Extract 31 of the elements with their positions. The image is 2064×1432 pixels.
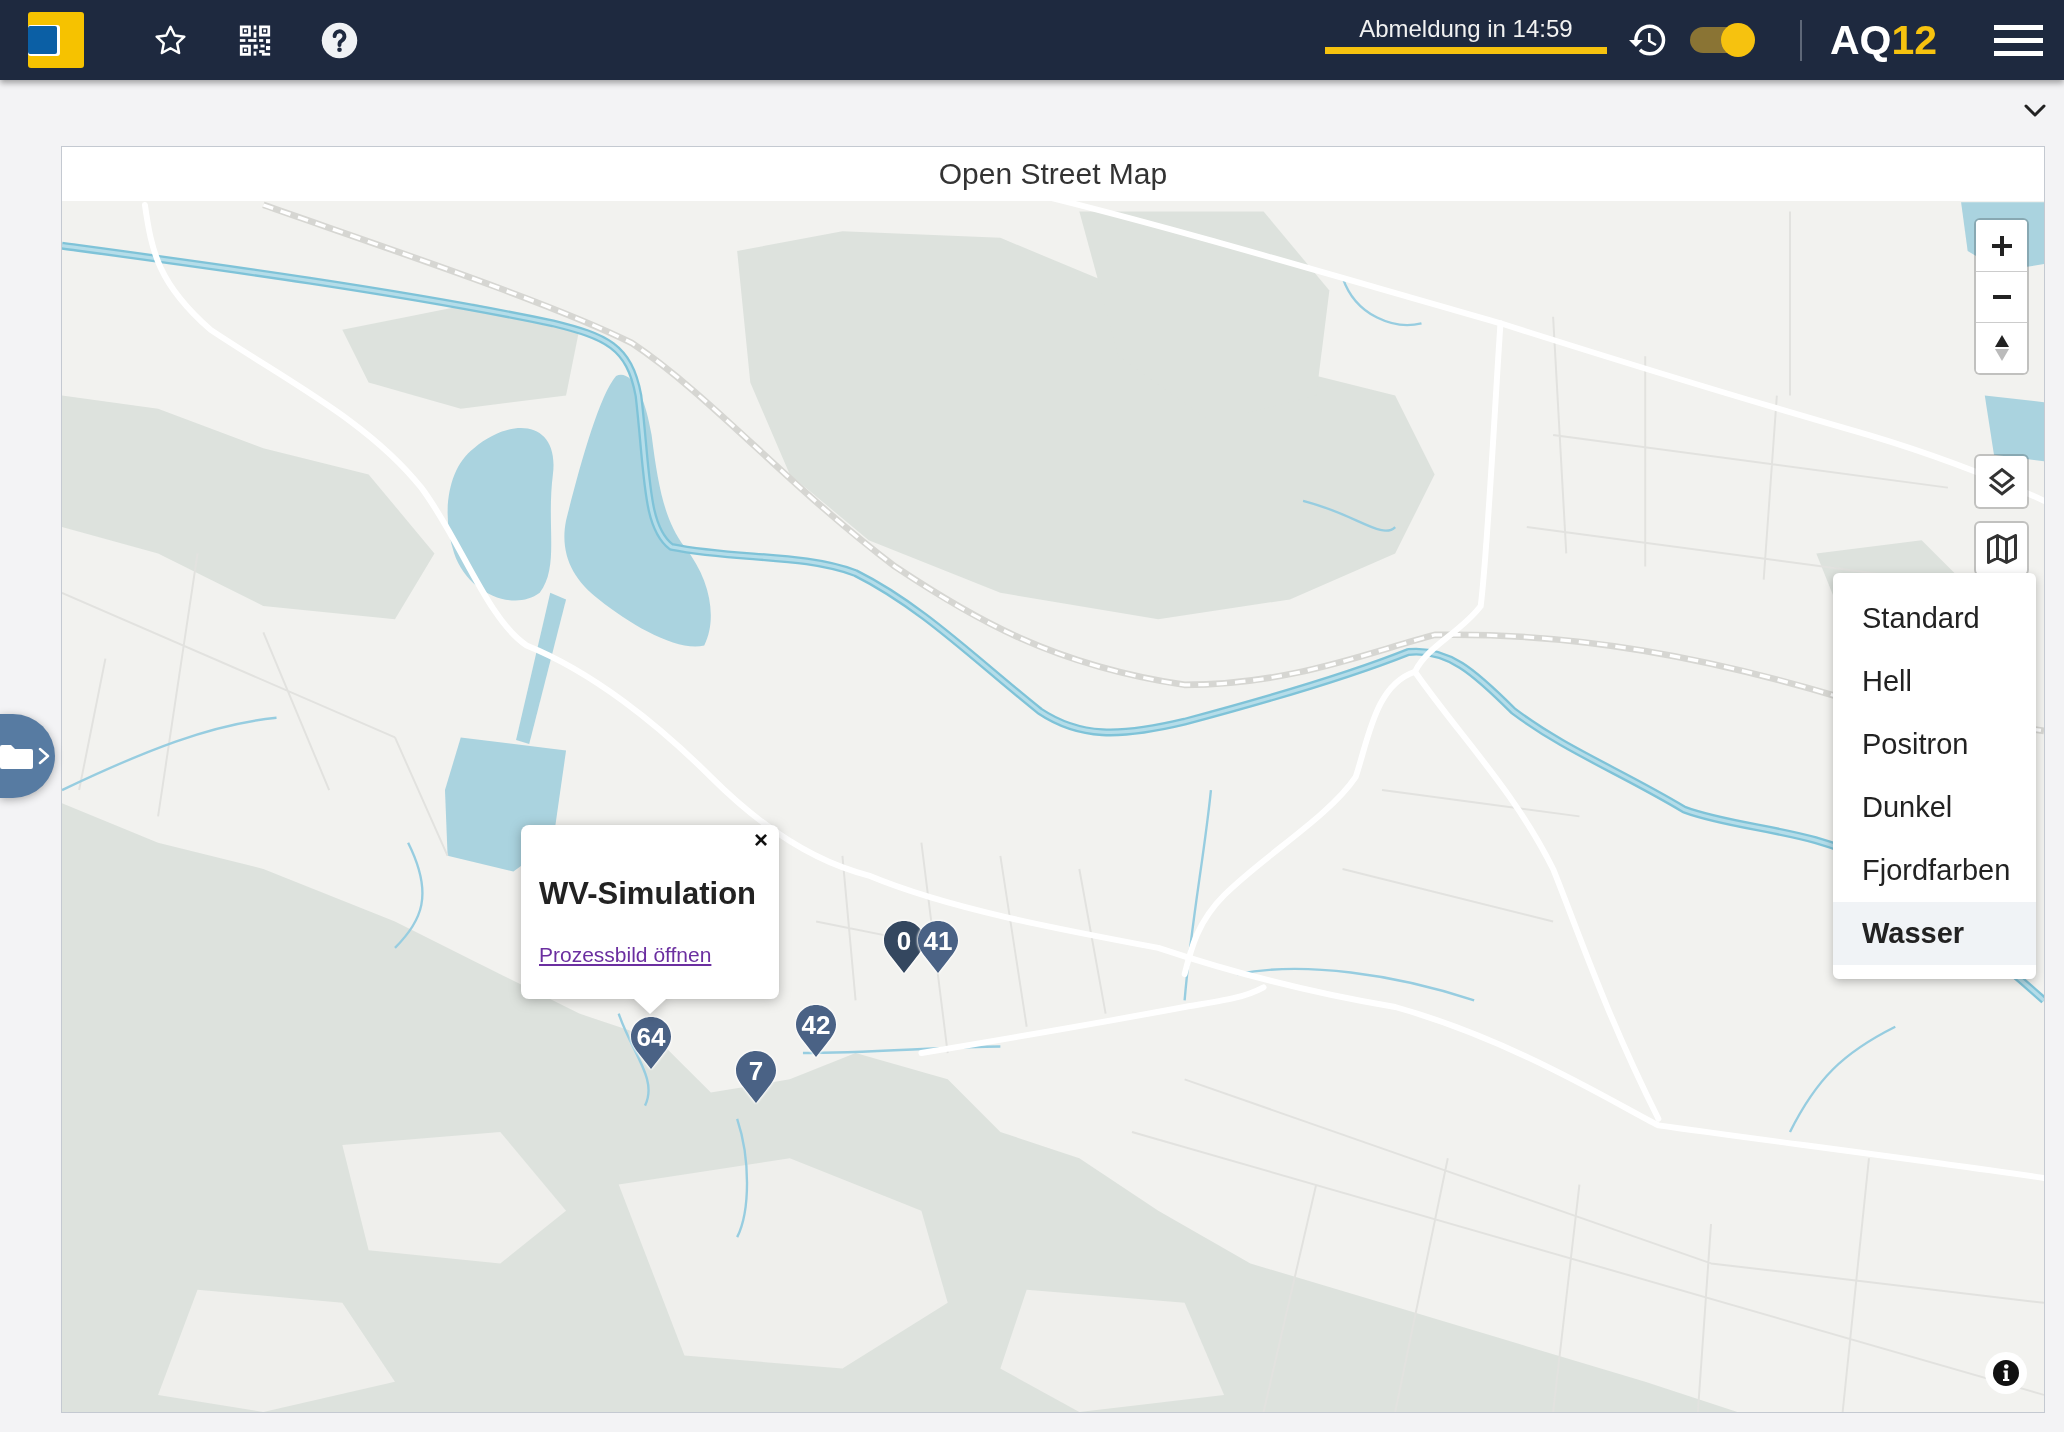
toggle-switch[interactable]: [1689, 23, 1756, 57]
plus-icon: [1991, 235, 2012, 256]
minus-icon: [1992, 295, 2011, 299]
process-image-link[interactable]: Prozessbild öffnen: [539, 942, 712, 967]
app-logo: [28, 12, 84, 68]
logout-timer: Abmeldung in 14:59: [1358, 15, 1574, 43]
layer-option[interactable]: Dunkel: [1833, 776, 2036, 839]
layer-option[interactable]: Wasser: [1833, 902, 2036, 965]
info-icon[interactable]: [1985, 1352, 2027, 1394]
chevron-down-icon[interactable]: [2024, 104, 2046, 118]
reset-north-button[interactable]: [1976, 322, 2027, 373]
layer-option[interactable]: Fjordfarben: [1833, 839, 2036, 902]
folder-icon: [0, 742, 33, 770]
help-icon[interactable]: [321, 21, 358, 59]
layer-option[interactable]: Hell: [1833, 650, 2036, 713]
layers-button[interactable]: [1974, 454, 2029, 509]
map-style-button[interactable]: [1974, 521, 2029, 576]
chevron-right-icon: [38, 747, 50, 765]
qr-code-icon[interactable]: [238, 23, 272, 57]
map-icon: [1986, 533, 2017, 564]
layer-option[interactable]: Standard: [1833, 587, 2036, 650]
layers-icon: [1986, 466, 2017, 497]
menu-icon[interactable]: [1994, 24, 2043, 56]
side-panel-button[interactable]: [0, 714, 55, 798]
compass-icon: [1994, 335, 2009, 361]
popup-title: WV-Simulation: [539, 875, 757, 912]
history-icon[interactable]: [1628, 21, 1667, 59]
close-button[interactable]: ×: [750, 827, 772, 853]
card-title: Open Street Map: [937, 156, 1169, 192]
layer-option[interactable]: Positron: [1833, 713, 2036, 776]
brand-name: AQ12: [1829, 19, 1937, 61]
